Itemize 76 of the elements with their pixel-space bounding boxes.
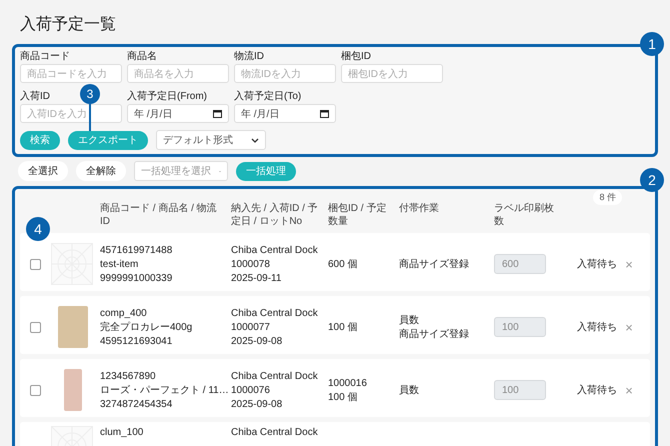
count-badge: 8 件 (593, 190, 622, 205)
product-info: 4571619971488 (100, 244, 174, 256)
product-info: 4595121693041 (100, 334, 174, 348)
input-field[interactable]: 商品コードを入力 (20, 64, 122, 83)
search-button[interactable]: 検索 (20, 130, 60, 150)
quantity-info: 1000016 (328, 376, 368, 390)
chevron-down-icon (251, 138, 259, 142)
label-count-field[interactable]: 100 (494, 317, 546, 337)
input-field[interactable]: 梱包IDを入力 (341, 64, 443, 83)
column-header: ラベル印刷枚数 (494, 202, 555, 228)
task-label: 商品サイズ登録 (399, 328, 470, 340)
destination-info: Chiba Central Dock (231, 306, 319, 320)
input-field[interactable]: 物流IDを入力 (234, 64, 336, 83)
format-dropdown[interactable]: デフォルト形式 (156, 130, 266, 150)
select-all-button[interactable]: 全選択 (18, 161, 68, 181)
field-label: 商品コード (20, 51, 70, 63)
product-info: 9999991000339 (100, 272, 174, 284)
status-text: 入荷待ち (577, 258, 617, 271)
date-field[interactable]: 年 /月/日 (127, 104, 229, 123)
date-field[interactable]: 年 /月/日 (234, 104, 336, 123)
task-label: 員数 (399, 314, 420, 326)
field-label: 入荷予定日(From) (127, 91, 207, 103)
destination-info: 1000077 (231, 320, 271, 334)
product-info: test-item (100, 258, 140, 270)
label-count-field[interactable]: 100 (494, 380, 546, 400)
export-button[interactable]: エクスポート (68, 130, 148, 150)
remove-button[interactable]: × (625, 258, 633, 270)
remove-button[interactable]: × (625, 320, 633, 334)
column-header: 納入先 / 入荷ID / 予定日 / ロットNo (231, 202, 319, 228)
status-text: 入荷待ち (577, 384, 617, 397)
field-label: 物流ID (234, 51, 264, 63)
label-count-field[interactable]: 600 (494, 254, 546, 274)
page-title: 入荷予定一覧 (20, 14, 117, 35)
task-label: 商品サイズ登録 (399, 258, 470, 270)
destination-info: 1000076 (231, 384, 271, 396)
leader-line (89, 104, 91, 131)
calendar-icon[interactable] (213, 109, 222, 118)
field-label: 梱包ID (341, 51, 371, 63)
column-header: 付帯作業 (399, 202, 440, 216)
field-label: 入荷ID (20, 91, 50, 103)
bulk-action-dropdown[interactable]: 一括処理を選択 (134, 161, 228, 181)
column-header: 梱包ID / 予定数量 (328, 202, 388, 228)
photo-placeholder (64, 369, 82, 411)
row-checkbox[interactable] (30, 384, 41, 396)
photo-placeholder (58, 306, 88, 348)
quantity-info: 600 個 (328, 258, 358, 270)
field-label: 商品名 (127, 51, 157, 63)
quantity-info: 100 個 (328, 320, 358, 334)
row-checkbox[interactable] (30, 258, 41, 270)
deselect-all-button[interactable]: 全解除 (76, 161, 126, 181)
row-checkbox[interactable] (30, 322, 41, 332)
status-text: 入荷待ち (577, 320, 617, 334)
product-info: comp_400 (100, 306, 148, 320)
input-field[interactable]: 入荷IDを入力 (20, 104, 122, 123)
input-field[interactable]: 商品名を入力 (127, 64, 229, 83)
product-info: 1234567890 (100, 370, 157, 382)
quantity-info: 100 個 (328, 390, 358, 404)
product-info: ローズ・パーフェクト / 11… (100, 384, 226, 396)
destination-info: 2025-09-08 (231, 398, 284, 410)
product-info: clum_100 (100, 426, 144, 439)
bulk-apply-button[interactable]: 一括処理 (236, 162, 296, 180)
field-label: 入荷予定日(To) (234, 91, 302, 103)
task-label: 員数 (399, 384, 420, 396)
column-header: 商品コード / 商品名 / 物流ID (100, 202, 218, 228)
destination-info: 2025-09-11 (231, 272, 282, 284)
annotation-badge: 1 (640, 32, 664, 56)
remove-button[interactable]: × (625, 384, 633, 396)
product-info: 3274872454354 (100, 398, 174, 410)
annotation-badge: 2 (640, 168, 664, 192)
destination-info: Chiba Central Dock (231, 370, 319, 382)
destination-info: 2025-09-08 (231, 334, 284, 348)
destination-info: 1000078 (231, 258, 271, 270)
product-info: 完全プロカレー400g (100, 320, 194, 334)
destination-info: Chiba Central Dock (231, 244, 319, 256)
calendar-icon[interactable] (320, 109, 329, 118)
destination-info: Chiba Central Dock (231, 426, 319, 439)
